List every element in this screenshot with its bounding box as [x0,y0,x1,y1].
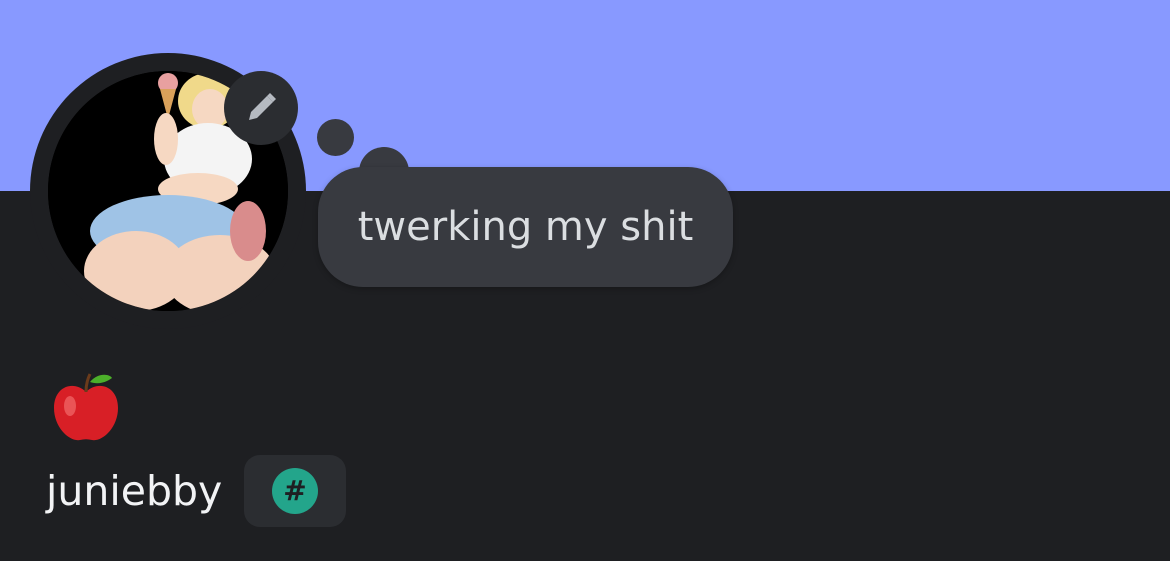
thought-bubble-dot-small [317,119,354,156]
hashtag-badge[interactable]: # [244,455,346,527]
hashtag-icon: # [272,468,318,514]
edit-profile-button[interactable] [224,71,298,145]
status-emoji [48,370,124,446]
custom-status-bubble[interactable]: twerking my shit [318,167,733,287]
pencil-icon [249,93,276,120]
apple-emoji-icon [54,373,118,441]
custom-status-text: twerking my shit [357,204,694,250]
username: juniebby [46,467,223,515]
